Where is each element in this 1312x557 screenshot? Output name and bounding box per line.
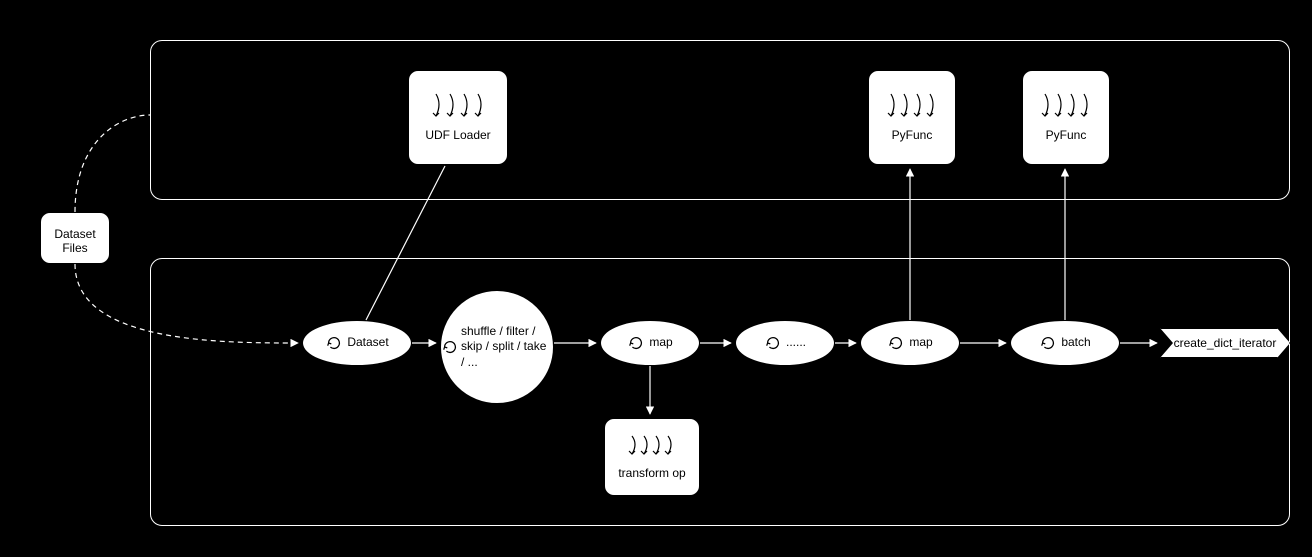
arrows-icon — [1038, 92, 1094, 122]
batch-ellipse: batch — [1010, 320, 1120, 366]
pyfunc1-label: PyFunc — [892, 128, 933, 142]
udf-loader-card: UDF Loader — [408, 70, 508, 165]
cycle-icon — [325, 334, 343, 352]
create-dict-iterator-shape: create_dict_iterator — [1160, 328, 1290, 358]
iterator-label: create_dict_iterator — [1174, 336, 1277, 350]
arrows-icon — [428, 92, 488, 122]
top-container — [150, 40, 1290, 200]
ops-circle: shuffle / filter / skip / split / take /… — [440, 290, 554, 404]
udf-loader-label: UDF Loader — [425, 128, 490, 142]
cycle-icon — [887, 334, 905, 352]
map1-ellipse: map — [600, 320, 700, 366]
map2-ellipse: map — [860, 320, 960, 366]
map2-label: map — [909, 336, 932, 350]
ellipsis-label: ...... — [786, 336, 806, 350]
dataset-files-label: Dataset Files — [54, 227, 95, 256]
pyfunc2-card: PyFunc — [1022, 70, 1110, 165]
cycle-icon — [764, 334, 782, 352]
dataset-ellipse-label: Dataset — [347, 336, 388, 350]
batch-label: batch — [1061, 336, 1090, 350]
arrows-icon — [626, 434, 678, 460]
ellipsis-ellipse: ...... — [735, 320, 835, 366]
dataset-ellipse: Dataset — [302, 320, 412, 366]
pyfunc1-card: PyFunc — [868, 70, 956, 165]
pyfunc2-label: PyFunc — [1046, 128, 1087, 142]
bottom-container — [150, 258, 1290, 526]
dataset-files-card: Dataset Files — [40, 212, 110, 264]
cycle-icon — [1039, 334, 1057, 352]
ops-circle-label: shuffle / filter / skip / split / take /… — [461, 324, 553, 371]
cycle-icon — [627, 334, 645, 352]
map1-label: map — [649, 336, 672, 350]
transform-op-label: transform op — [618, 466, 685, 480]
transform-op-card: transform op — [604, 418, 700, 496]
cycle-icon — [441, 338, 459, 356]
arrows-icon — [884, 92, 940, 122]
